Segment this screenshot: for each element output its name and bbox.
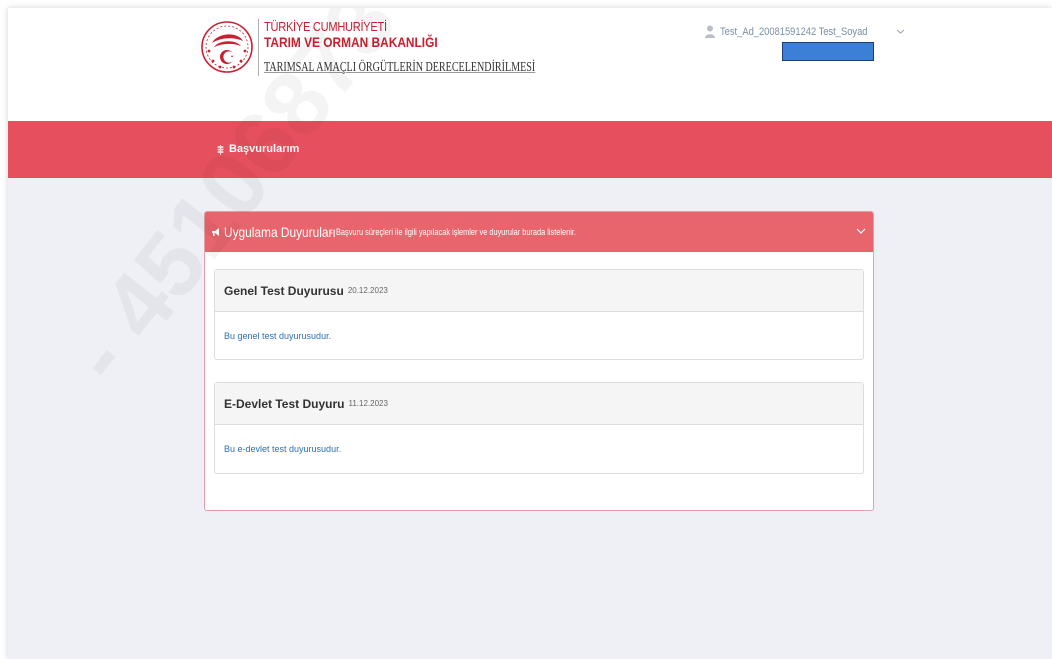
user-name: Test_Ad_20081591242 Test_Soyad bbox=[720, 25, 868, 38]
nav-item-basvurularim[interactable]: Başvurularım bbox=[216, 143, 299, 155]
ministry-brand[interactable]: TÜRKİYE CUMHURİYETİ TARIM VE ORMAN BAKAN… bbox=[201, 19, 641, 76]
chevron-down-icon bbox=[896, 29, 904, 34]
wheat-icon bbox=[217, 144, 224, 155]
megaphone-icon bbox=[212, 228, 219, 236]
nav-item-label: Başvurularım bbox=[229, 143, 300, 155]
announcement-card: E-Devlet Test Duyuru 11.12.2023 Bu e-dev… bbox=[214, 382, 864, 474]
redaction-box bbox=[782, 42, 874, 61]
site-header: TÜRKİYE CUMHURİYETİ TARIM VE ORMAN BAKAN… bbox=[8, 8, 1052, 121]
panel-title: Uygulama Duyuruları bbox=[224, 224, 336, 240]
announcement-title: Genel Test Duyurusu bbox=[224, 283, 344, 298]
app-title: TARIMSAL AMAÇLI ÖRGÜTLERİN DERECELENDİRİ… bbox=[264, 60, 536, 75]
announcement-header: E-Devlet Test Duyuru 11.12.2023 bbox=[215, 383, 863, 425]
announcement-body: Bu e-devlet test duyurusudur. bbox=[224, 444, 342, 454]
main-navbar: Başvurularım bbox=[8, 121, 1052, 178]
announcements-panel: Uygulama Duyuruları - Başvuru süreçleri … bbox=[204, 211, 874, 511]
announcement-body: Bu genel test duyurusudur. bbox=[224, 331, 332, 341]
org-line1: TÜRKİYE CUMHURİYETİ bbox=[264, 19, 387, 34]
app-window: TÜRKİYE CUMHURİYETİ TARIM VE ORMAN BAKAN… bbox=[8, 8, 1052, 659]
ministry-emblem-icon bbox=[201, 21, 253, 73]
brand-text: TÜRKİYE CUMHURİYETİ TARIM VE ORMAN BAKAN… bbox=[258, 19, 641, 76]
user-icon bbox=[705, 25, 715, 38]
panel-subtitle: Başvuru süreçleri ile ilgili yapılacak i… bbox=[336, 227, 576, 237]
announcement-date: 20.12.2023 bbox=[347, 286, 388, 295]
user-menu[interactable]: Test_Ad_20081591242 Test_Soyad bbox=[705, 25, 905, 38]
org-line2: TARIM VE ORMAN BAKANLIĞI bbox=[264, 34, 438, 50]
announcement-card: Genel Test Duyurusu 20.12.2023 Bu genel … bbox=[214, 269, 864, 360]
announcement-header: Genel Test Duyurusu 20.12.2023 bbox=[215, 270, 863, 312]
panel-heading[interactable]: Uygulama Duyuruları - Başvuru süreçleri … bbox=[205, 212, 873, 252]
announcement-date: 11.12.2023 bbox=[348, 399, 388, 408]
chevron-down-icon[interactable] bbox=[855, 225, 867, 237]
announcement-title: E-Devlet Test Duyuru bbox=[224, 396, 345, 411]
